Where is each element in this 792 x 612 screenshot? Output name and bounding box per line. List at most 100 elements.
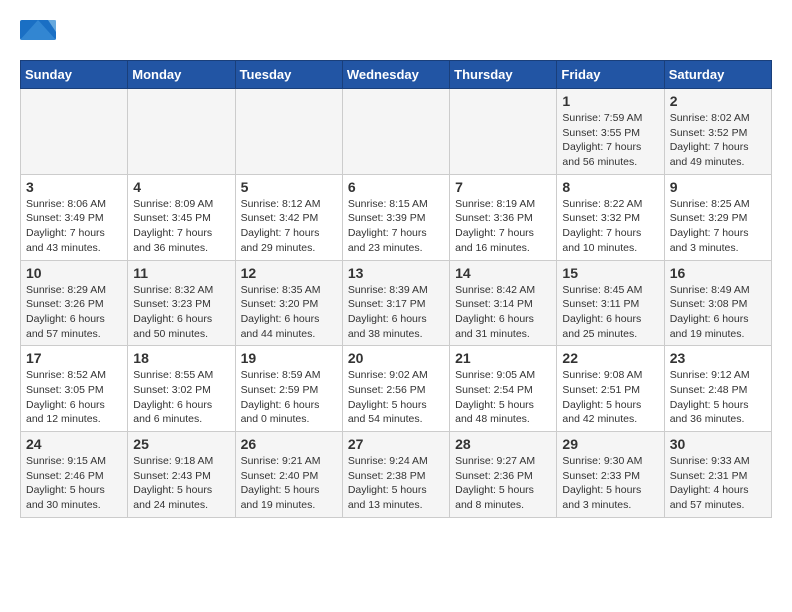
calendar-cell: 14 Sunrise: 8:42 AM Sunset: 3:14 PM Dayli… [450,260,557,346]
calendar-cell: 16 Sunrise: 8:49 AM Sunset: 3:08 PM Dayli… [664,260,771,346]
day-header-tuesday: Tuesday [235,61,342,89]
day-number: 14 [455,265,551,281]
day-header-friday: Friday [557,61,664,89]
week-row-1: 1 Sunrise: 7:59 AM Sunset: 3:55 PM Daylig… [21,89,772,175]
day-number: 11 [133,265,229,281]
day-info: Sunrise: 9:27 AM Sunset: 2:36 PM Dayligh… [455,454,551,513]
header [20,20,772,50]
calendar-cell: 15 Sunrise: 8:45 AM Sunset: 3:11 PM Dayli… [557,260,664,346]
day-info: Sunrise: 8:49 AM Sunset: 3:08 PM Dayligh… [670,283,766,342]
day-number: 26 [241,436,337,452]
calendar-cell: 21 Sunrise: 9:05 AM Sunset: 2:54 PM Dayli… [450,346,557,432]
calendar-cell: 4Sunrise: 8:09 AM Sunset: 3:45 PM Daylig… [128,174,235,260]
calendar-cell: 6Sunrise: 8:15 AM Sunset: 3:39 PM Daylig… [342,174,449,260]
calendar-cell: 18 Sunrise: 8:55 AM Sunset: 3:02 PM Dayli… [128,346,235,432]
calendar-cell: 26 Sunrise: 9:21 AM Sunset: 2:40 PM Dayli… [235,432,342,518]
day-number: 3 [26,179,122,195]
calendar-cell: 25Sunrise: 9:18 AM Sunset: 2:43 PM Dayli… [128,432,235,518]
day-number: 25 [133,436,229,452]
day-number: 17 [26,350,122,366]
day-number: 30 [670,436,766,452]
day-info: Sunrise: 9:30 AM Sunset: 2:33 PM Dayligh… [562,454,658,513]
week-row-5: 24Sunrise: 9:15 AM Sunset: 2:46 PM Dayli… [21,432,772,518]
day-info: Sunrise: 8:29 AM Sunset: 3:26 PM Dayligh… [26,283,122,342]
calendar-cell: 19Sunrise: 8:59 AM Sunset: 2:59 PM Dayli… [235,346,342,432]
day-header-monday: Monday [128,61,235,89]
day-info: Sunrise: 8:59 AM Sunset: 2:59 PM Dayligh… [241,368,337,427]
calendar-cell [342,89,449,175]
calendar-cell [235,89,342,175]
calendar-cell: 1 Sunrise: 7:59 AM Sunset: 3:55 PM Daylig… [557,89,664,175]
calendar-cell: 12Sunrise: 8:35 AM Sunset: 3:20 PM Dayli… [235,260,342,346]
day-info: Sunrise: 7:59 AM Sunset: 3:55 PM Dayligh… [562,111,658,170]
day-number: 22 [562,350,658,366]
day-info: Sunrise: 8:12 AM Sunset: 3:42 PM Dayligh… [241,197,337,256]
header-row: SundayMondayTuesdayWednesdayThursdayFrid… [21,61,772,89]
day-number: 4 [133,179,229,195]
day-number: 21 [455,350,551,366]
day-info: Sunrise: 8:19 AM Sunset: 3:36 PM Dayligh… [455,197,551,256]
day-header-thursday: Thursday [450,61,557,89]
day-info: Sunrise: 8:45 AM Sunset: 3:11 PM Dayligh… [562,283,658,342]
calendar-cell [128,89,235,175]
day-info: Sunrise: 9:21 AM Sunset: 2:40 PM Dayligh… [241,454,337,513]
day-info: Sunrise: 8:42 AM Sunset: 3:14 PM Dayligh… [455,283,551,342]
calendar-cell: 20Sunrise: 9:02 AM Sunset: 2:56 PM Dayli… [342,346,449,432]
day-header-wednesday: Wednesday [342,61,449,89]
calendar-cell: 27 Sunrise: 9:24 AM Sunset: 2:38 PM Dayli… [342,432,449,518]
calendar-cell: 5 Sunrise: 8:12 AM Sunset: 3:42 PM Daylig… [235,174,342,260]
day-number: 10 [26,265,122,281]
week-row-4: 17 Sunrise: 8:52 AM Sunset: 3:05 PM Dayli… [21,346,772,432]
day-info: Sunrise: 9:24 AM Sunset: 2:38 PM Dayligh… [348,454,444,513]
day-header-sunday: Sunday [21,61,128,89]
day-info: Sunrise: 8:02 AM Sunset: 3:52 PM Dayligh… [670,111,766,170]
day-info: Sunrise: 8:35 AM Sunset: 3:20 PM Dayligh… [241,283,337,342]
day-info: Sunrise: 8:22 AM Sunset: 3:32 PM Dayligh… [562,197,658,256]
logo-icon [20,20,56,50]
calendar-cell: 22 Sunrise: 9:08 AM Sunset: 2:51 PM Dayli… [557,346,664,432]
calendar-cell: 10 Sunrise: 8:29 AM Sunset: 3:26 PM Dayli… [21,260,128,346]
day-info: Sunrise: 8:32 AM Sunset: 3:23 PM Dayligh… [133,283,229,342]
calendar-cell [21,89,128,175]
calendar-cell: 28 Sunrise: 9:27 AM Sunset: 2:36 PM Dayli… [450,432,557,518]
day-info: Sunrise: 9:08 AM Sunset: 2:51 PM Dayligh… [562,368,658,427]
calendar-cell: 8 Sunrise: 8:22 AM Sunset: 3:32 PM Daylig… [557,174,664,260]
day-number: 18 [133,350,229,366]
day-number: 5 [241,179,337,195]
calendar-cell [450,89,557,175]
calendar-cell: 11 Sunrise: 8:32 AM Sunset: 3:23 PM Dayli… [128,260,235,346]
day-info: Sunrise: 9:33 AM Sunset: 2:31 PM Dayligh… [670,454,766,513]
calendar-cell: 24Sunrise: 9:15 AM Sunset: 2:46 PM Dayli… [21,432,128,518]
day-number: 7 [455,179,551,195]
calendar-cell: 13 Sunrise: 8:39 AM Sunset: 3:17 PM Dayli… [342,260,449,346]
day-number: 27 [348,436,444,452]
day-number: 15 [562,265,658,281]
calendar-cell: 7 Sunrise: 8:19 AM Sunset: 3:36 PM Daylig… [450,174,557,260]
calendar-cell: 23Sunrise: 9:12 AM Sunset: 2:48 PM Dayli… [664,346,771,432]
calendar-cell: 30 Sunrise: 9:33 AM Sunset: 2:31 PM Dayli… [664,432,771,518]
day-number: 1 [562,93,658,109]
day-info: Sunrise: 8:52 AM Sunset: 3:05 PM Dayligh… [26,368,122,427]
day-info: Sunrise: 8:55 AM Sunset: 3:02 PM Dayligh… [133,368,229,427]
day-info: Sunrise: 9:05 AM Sunset: 2:54 PM Dayligh… [455,368,551,427]
week-row-2: 3Sunrise: 8:06 AM Sunset: 3:49 PM Daylig… [21,174,772,260]
calendar-cell: 3Sunrise: 8:06 AM Sunset: 3:49 PM Daylig… [21,174,128,260]
day-info: Sunrise: 9:12 AM Sunset: 2:48 PM Dayligh… [670,368,766,427]
calendar-cell: 17 Sunrise: 8:52 AM Sunset: 3:05 PM Dayli… [21,346,128,432]
day-number: 13 [348,265,444,281]
day-number: 8 [562,179,658,195]
day-number: 16 [670,265,766,281]
day-info: Sunrise: 8:15 AM Sunset: 3:39 PM Dayligh… [348,197,444,256]
day-number: 28 [455,436,551,452]
day-number: 2 [670,93,766,109]
day-number: 29 [562,436,658,452]
week-row-3: 10 Sunrise: 8:29 AM Sunset: 3:26 PM Dayli… [21,260,772,346]
day-number: 9 [670,179,766,195]
day-info: Sunrise: 9:15 AM Sunset: 2:46 PM Dayligh… [26,454,122,513]
calendar-cell: 2 Sunrise: 8:02 AM Sunset: 3:52 PM Daylig… [664,89,771,175]
day-info: Sunrise: 8:25 AM Sunset: 3:29 PM Dayligh… [670,197,766,256]
calendar-table: SundayMondayTuesdayWednesdayThursdayFrid… [20,60,772,518]
day-info: Sunrise: 9:02 AM Sunset: 2:56 PM Dayligh… [348,368,444,427]
day-info: Sunrise: 8:39 AM Sunset: 3:17 PM Dayligh… [348,283,444,342]
calendar-cell: 29 Sunrise: 9:30 AM Sunset: 2:33 PM Dayli… [557,432,664,518]
